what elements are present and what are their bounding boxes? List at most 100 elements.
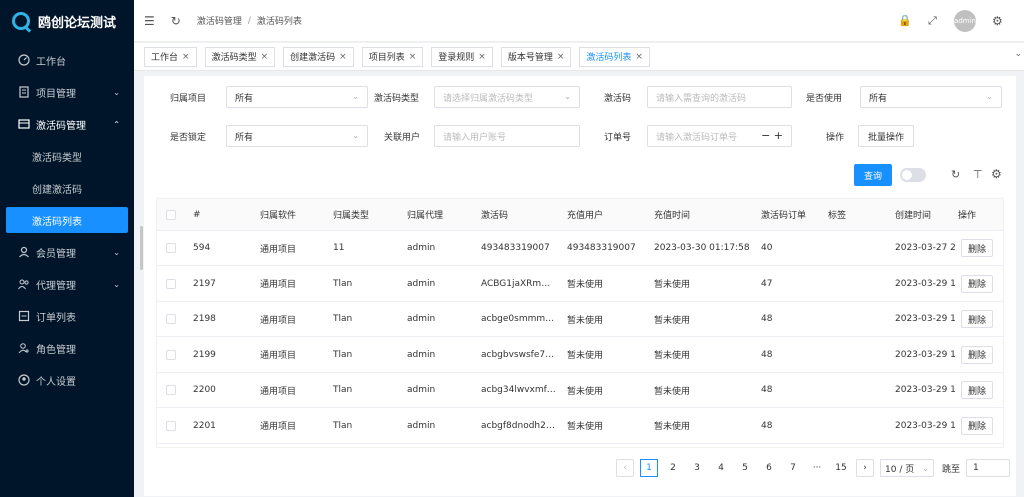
column-header: 归属代理 bbox=[407, 211, 444, 221]
page-button[interactable]: 15 bbox=[832, 459, 850, 477]
close-icon[interactable]: × bbox=[182, 52, 190, 62]
page-button[interactable]: 2 bbox=[664, 459, 682, 477]
tab-workbench[interactable]: 工作台 × bbox=[144, 46, 197, 67]
sidebar-subitem-create-code[interactable]: 创建激活码 bbox=[0, 172, 134, 204]
sidebar-item-agents[interactable]: 代理管理 ⌄ bbox=[0, 268, 134, 300]
table-cell: 2023-03-27 2 bbox=[895, 243, 956, 253]
close-icon[interactable]: × bbox=[478, 52, 486, 62]
delete-button[interactable]: 删除 bbox=[961, 310, 993, 328]
refresh-icon[interactable]: ↻ bbox=[951, 168, 960, 181]
code-type-select[interactable]: 请选择归属激活码类型 ⌄ bbox=[434, 86, 580, 108]
query-button[interactable]: 查询 bbox=[854, 164, 892, 186]
chevron-down-icon: ⌄ bbox=[113, 87, 120, 97]
menu-fold-icon[interactable]: ☰ bbox=[144, 14, 155, 28]
table-cell: 暂未使用 bbox=[654, 422, 691, 432]
project-label: 归属项目 bbox=[170, 94, 207, 104]
prev-page-icon[interactable]: ‹ bbox=[616, 459, 634, 477]
sidebar-subitem-code-types[interactable]: 激活码类型 bbox=[0, 140, 134, 172]
close-icon[interactable]: × bbox=[261, 52, 269, 62]
page-size-select[interactable]: 10 / 页 ⌄ bbox=[880, 459, 934, 477]
gear-icon[interactable]: ⚙ bbox=[992, 14, 1003, 28]
tab-create-code[interactable]: 创建激活码 × bbox=[283, 46, 354, 67]
toggle-switch[interactable] bbox=[900, 168, 926, 182]
batch-operation-button[interactable]: 批量操作 bbox=[858, 125, 914, 147]
column-header: 归属软件 bbox=[260, 211, 297, 221]
table-cell: 暂未使用 bbox=[567, 315, 604, 326]
goto-label: 跳至 bbox=[942, 464, 961, 475]
project-select[interactable]: 所有 ⌄ bbox=[226, 86, 368, 108]
select-all-checkbox[interactable] bbox=[166, 209, 176, 220]
tab-bar: 工作台 × 激活码类型 × 创建激活码 × 项目列表 × 登录规则 × 版本号管理 × 激活… bbox=[134, 43, 1024, 71]
table-cell: 暂未使用 bbox=[654, 280, 691, 290]
delete-button[interactable]: 删除 bbox=[961, 239, 993, 257]
delete-button[interactable]: 删除 bbox=[961, 274, 993, 293]
page-ellipsis[interactable]: ··· bbox=[808, 459, 826, 477]
page-button[interactable]: 7 bbox=[784, 459, 802, 477]
next-page-icon[interactable]: › bbox=[856, 459, 874, 477]
table-cell: 40 bbox=[761, 243, 773, 253]
locked-select[interactable]: 所有 ⌄ bbox=[226, 125, 368, 147]
scrollbar-thumb[interactable] bbox=[140, 226, 143, 270]
sidebar-item-label: 激活码管理 bbox=[36, 120, 86, 132]
delete-button[interactable]: 删除 bbox=[961, 416, 993, 435]
page-button[interactable]: 3 bbox=[688, 459, 706, 477]
settings-icon[interactable]: ⚙ bbox=[991, 167, 1002, 181]
avatar[interactable]: admin bbox=[954, 9, 976, 32]
close-icon[interactable]: × bbox=[409, 52, 417, 62]
close-icon[interactable]: × bbox=[557, 52, 565, 62]
page-button[interactable]: 6 bbox=[760, 459, 778, 477]
page-button[interactable]: 4 bbox=[712, 459, 730, 477]
row-checkbox[interactable] bbox=[166, 385, 176, 395]
table-cell: 暂未使用 bbox=[654, 386, 691, 397]
column-height-icon[interactable]: ⊤ bbox=[973, 168, 983, 181]
table-cell: 通用项目 bbox=[260, 351, 297, 361]
close-icon[interactable]: × bbox=[339, 52, 347, 62]
sidebar-item-members[interactable]: 会员管理 ⌄ bbox=[0, 236, 134, 268]
tab-code-list[interactable]: 激活码列表 × bbox=[579, 46, 650, 67]
row-checkbox[interactable] bbox=[166, 314, 176, 324]
sidebar-item-settings[interactable]: 个人设置 bbox=[0, 364, 134, 396]
avatar-label: admin bbox=[954, 16, 976, 25]
sidebar-item-projects[interactable]: 项目管理 ⌄ bbox=[0, 76, 134, 108]
sidebar-item-orders[interactable]: 订单列表 bbox=[0, 300, 134, 332]
sidebar-item-roles[interactable]: 角色管理 bbox=[0, 332, 134, 364]
row-checkbox[interactable] bbox=[166, 420, 176, 431]
sidebar-item-workbench[interactable]: 工作台 bbox=[0, 44, 134, 76]
code-input[interactable]: 请输入需查询的激活码 bbox=[647, 86, 792, 108]
select-placeholder: 请选择归属激活码类型 bbox=[443, 93, 534, 104]
goto-page-input[interactable]: 1 bbox=[966, 459, 1011, 477]
order-input[interactable]: 请输入激活码订单号 − + bbox=[647, 125, 792, 147]
brand[interactable]: 鸥创论坛测试 bbox=[0, 0, 134, 42]
input-placeholder: 请输入需查询的激活码 bbox=[656, 93, 747, 104]
column-header: 充值时间 bbox=[654, 211, 691, 221]
column-header: # bbox=[193, 209, 201, 220]
sidebar-item-codes[interactable]: 激活码管理 ⌃ bbox=[0, 108, 134, 140]
sidebar-item-label: 工作台 bbox=[36, 56, 66, 68]
breadcrumb-item[interactable]: 激活码管理 bbox=[197, 14, 242, 27]
tab-projects[interactable]: 项目列表 × bbox=[361, 46, 424, 67]
page-button[interactable]: 5 bbox=[736, 459, 754, 477]
row-checkbox[interactable] bbox=[166, 278, 176, 289]
page-button[interactable]: 1 bbox=[640, 459, 658, 477]
user-input[interactable]: 请输入用户账号 bbox=[434, 125, 580, 147]
table-cell: 493483319007 bbox=[567, 243, 636, 253]
refresh-icon[interactable]: ↻ bbox=[171, 14, 181, 28]
tab-label: 版本号管理 bbox=[507, 53, 553, 63]
tab-login-rules[interactable]: 登录规则 × bbox=[431, 46, 493, 67]
fullscreen-icon[interactable]: ⤢ bbox=[928, 14, 937, 28]
table-cell: 2023-03-29 1 bbox=[895, 278, 956, 289]
lock-icon[interactable]: 🔒 bbox=[898, 14, 912, 27]
close-icon[interactable]: × bbox=[635, 52, 643, 62]
row-checkbox[interactable] bbox=[166, 349, 176, 360]
tab-code-types[interactable]: 激活码类型 × bbox=[204, 46, 276, 67]
used-select[interactable]: 所有 ⌄ bbox=[860, 86, 1002, 108]
table-cell: 493483319007 bbox=[481, 243, 550, 253]
chevron-down-icon[interactable]: ⌄ bbox=[1014, 49, 1022, 59]
sidebar-item-label: 个人设置 bbox=[36, 376, 76, 388]
delete-button[interactable]: 删除 bbox=[961, 381, 993, 399]
stepper-icons[interactable]: − + bbox=[761, 129, 783, 142]
row-checkbox[interactable] bbox=[166, 243, 176, 253]
delete-button[interactable]: 删除 bbox=[961, 345, 993, 364]
tab-versions[interactable]: 版本号管理 × bbox=[500, 46, 572, 67]
sidebar-subitem-code-list[interactable]: 激活码列表 bbox=[6, 207, 128, 233]
